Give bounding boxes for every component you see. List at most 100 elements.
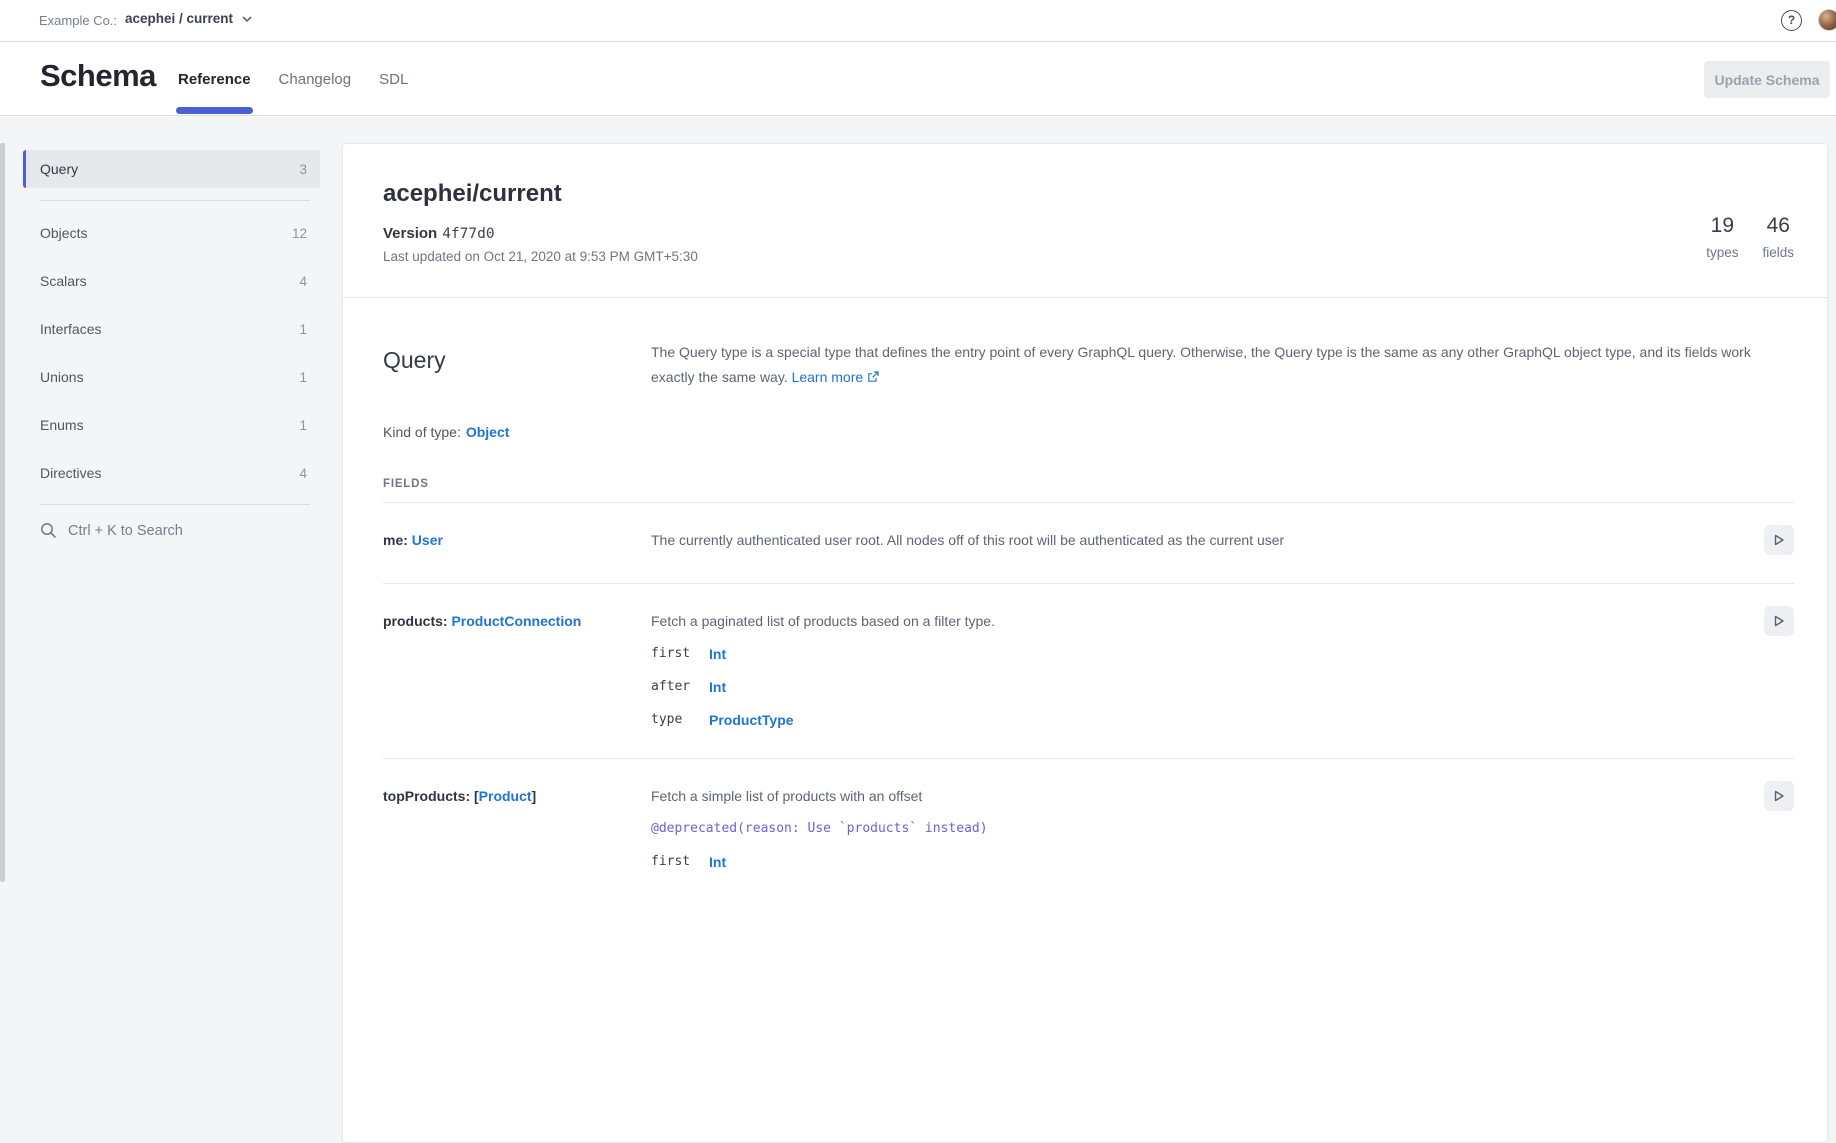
schema-search[interactable]: Ctrl + K to Search — [23, 522, 320, 539]
last-updated: Last updated on Oct 21, 2020 at 9:53 PM … — [383, 249, 1787, 264]
schema-stats: 19 types 46 fields — [1706, 214, 1794, 260]
tab-reference[interactable]: Reference — [176, 42, 253, 116]
run-in-explorer-button[interactable] — [1764, 525, 1794, 555]
field-description: Fetch a simple list of products with an … — [651, 786, 1764, 806]
tab-sdl[interactable]: SDL — [377, 42, 410, 116]
sidebar-item-count: 3 — [299, 162, 307, 177]
question-mark-icon: ? — [1788, 13, 1795, 27]
tab-label: Reference — [178, 71, 251, 88]
field-details: Fetch a paginated list of products based… — [651, 611, 1764, 730]
argument-row: firstInt — [651, 852, 1764, 872]
stat-value: 19 — [1706, 214, 1738, 238]
learn-more-label: Learn more — [792, 369, 864, 385]
sidebar-item-objects[interactable]: Objects12 — [23, 214, 320, 252]
sidebar-item-count: 1 — [299, 322, 307, 337]
field-type-link[interactable]: ProductConnection — [451, 613, 581, 629]
sidebar-item-count: 12 — [292, 226, 307, 241]
sidebar-item-directives[interactable]: Directives4 — [23, 454, 320, 492]
argument-type-link[interactable]: Int — [709, 677, 726, 697]
field-type-link[interactable]: Product — [479, 788, 532, 804]
field-details: Fetch a simple list of products with an … — [651, 786, 1764, 872]
learn-more-link[interactable]: Learn more — [792, 369, 880, 385]
external-link-icon — [867, 371, 879, 383]
sidebar-list: Query 3 Objects12 Scalars 4 Interfaces 1 Unions… — [23, 150, 320, 505]
sidebar-item-count: 4 — [299, 274, 307, 289]
field-actions — [1764, 786, 1794, 872]
page-scrollbar[interactable] — [0, 143, 5, 882]
field-row: topProducts: [Product]Fetch a simple lis… — [383, 759, 1794, 900]
version-label: Version — [383, 225, 437, 242]
stat-types: 19 types — [1706, 214, 1738, 260]
argument-type-link[interactable]: Int — [709, 852, 726, 872]
tab-bar: Reference Changelog SDL — [176, 42, 410, 116]
sidebar-item-label: Unions — [40, 369, 84, 385]
sidebar-divider — [39, 200, 310, 201]
search-icon — [40, 522, 57, 539]
sidebar-item-label: Enums — [40, 417, 84, 433]
stat-label: fields — [1762, 245, 1794, 260]
field-row: me: UserThe currently authenticated user… — [383, 503, 1794, 584]
tab-changelog[interactable]: Changelog — [277, 42, 354, 116]
update-schema-button[interactable]: Update Schema — [1704, 61, 1830, 98]
field-type-link[interactable]: User — [412, 532, 443, 548]
argument-name: type — [651, 710, 709, 730]
sidebar-item-count: 4 — [299, 466, 307, 481]
stat-label: types — [1706, 245, 1738, 260]
tab-label: SDL — [379, 71, 408, 88]
argument-type-link[interactable]: ProductType — [709, 710, 794, 730]
sidebar-item-unions[interactable]: Unions1 — [23, 358, 320, 396]
argument-name: after — [651, 677, 709, 697]
kind-value-link[interactable]: Object — [466, 424, 510, 440]
page-title: Schema — [40, 58, 156, 94]
sidebar-item-interfaces[interactable]: Interfaces 1 — [23, 310, 320, 348]
sidebar-item-label: Query — [40, 161, 78, 177]
stat-fields: 46 fields — [1762, 214, 1794, 260]
field-name: products: ProductConnection — [383, 611, 651, 730]
argument-name: first — [651, 852, 709, 872]
argument-row: typeProductType — [651, 710, 1764, 730]
schema-type-sidebar: Query 3 Objects12 Scalars 4 Interfaces 1 Unions… — [23, 143, 320, 539]
schema-card: acephei/current Version 4f77d0 Last updat… — [342, 143, 1828, 1143]
sidebar-item-label: Interfaces — [40, 321, 101, 337]
play-icon — [1772, 533, 1786, 547]
tab-label: Changelog — [279, 71, 352, 88]
type-section: Query The Query type is a special type t… — [343, 298, 1827, 900]
help-button[interactable]: ? — [1781, 10, 1802, 31]
field-description: The currently authenticated user root. A… — [651, 530, 1764, 550]
sidebar-item-scalars[interactable]: Scalars 4 — [23, 262, 320, 300]
deprecated-annotation: @deprecated(reason: Use `products` inste… — [651, 819, 1764, 839]
field-name-text: me: — [383, 532, 412, 548]
kind-of-type-row: Kind of type: Object — [383, 424, 1794, 440]
kind-label: Kind of type: — [383, 424, 461, 440]
field-row: products: ProductConnectionFetch a pagin… — [383, 584, 1794, 759]
argument-name: first — [651, 644, 709, 664]
user-avatar[interactable] — [1818, 9, 1836, 31]
version-value: 4f77d0 — [442, 226, 494, 242]
page-header: Schema Reference Changelog SDL Update Sche… — [0, 42, 1836, 116]
field-name-suffix: ] — [532, 788, 537, 804]
sidebar-item-label: Scalars — [40, 273, 87, 289]
argument-row: firstInt — [651, 644, 1764, 664]
type-description: The Query type is a special type that de… — [651, 340, 1756, 390]
sidebar-item-count: 1 — [299, 418, 307, 433]
run-in-explorer-button[interactable] — [1764, 781, 1794, 811]
org-label: Example Co.: — [39, 13, 117, 28]
field-name: topProducts: [Product] — [383, 786, 651, 872]
field-actions — [1764, 611, 1794, 730]
sidebar-item-query[interactable]: Query 3 — [23, 150, 320, 188]
graph-selector-dropdown[interactable]: acephei / current — [125, 11, 252, 26]
fields-section-label: FIELDS — [383, 478, 1794, 490]
graph-summary: acephei/current Version 4f77d0 Last updat… — [343, 144, 1827, 297]
stat-value: 46 — [1762, 214, 1794, 238]
graph-title: acephei/current — [383, 180, 1787, 208]
argument-type-link[interactable]: Int — [709, 644, 726, 664]
field-actions — [1764, 530, 1794, 555]
search-hint: Ctrl + K to Search — [68, 523, 183, 539]
sidebar-item-enums[interactable]: Enums 1 — [23, 406, 320, 444]
graph-selector-label: acephei / current — [125, 11, 233, 26]
run-in-explorer-button[interactable] — [1764, 606, 1794, 636]
play-icon — [1772, 614, 1786, 628]
field-name: me: User — [383, 530, 651, 555]
field-name-text: products: — [383, 613, 451, 629]
field-name-text: topProducts: [ — [383, 788, 479, 804]
